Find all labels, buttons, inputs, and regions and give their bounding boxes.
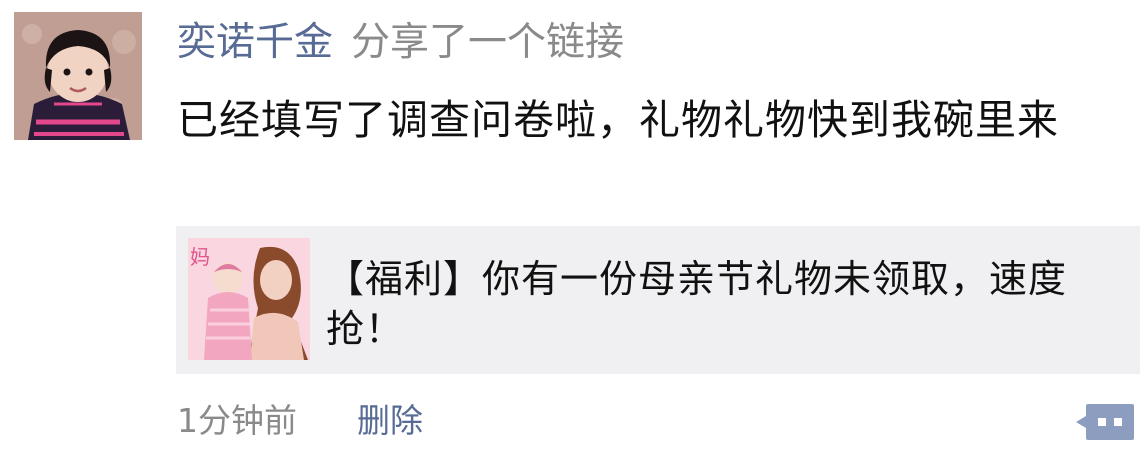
avatar[interactable] <box>14 12 142 140</box>
delete-button[interactable]: 删除 <box>357 401 423 440</box>
link-thumbnail-image: 妈 <box>188 238 310 360</box>
comment-icon <box>1076 404 1134 440</box>
share-action-text: 分享了一个链接 <box>351 20 625 65</box>
link-thumbnail: 妈 <box>188 238 310 360</box>
avatar-image <box>14 12 142 140</box>
post-header: 奕诺千金 分享了一个链接 <box>177 18 624 68</box>
post-timestamp: 1分钟前 <box>177 401 297 440</box>
link-title: 【福利】你有一份母亲节礼物未领取，速度抢！ <box>326 257 1068 351</box>
post-footer: 1分钟前 删除 <box>177 398 423 444</box>
username-link[interactable]: 奕诺千金 <box>177 20 333 65</box>
timeline-post: 奕诺千金 分享了一个链接 已经填写了调查问卷啦，礼物礼物快到我碗里来 妈 【福利】… <box>0 0 1148 451</box>
shared-link-card[interactable]: 妈 【福利】你有一份母亲节礼物未领取，速度抢！ <box>176 226 1140 374</box>
thumbnail-caption: 妈 <box>190 245 210 269</box>
post-content-text: 已经填写了调查问卷啦，礼物礼物快到我碗里来 <box>177 96 1059 144</box>
comment-button[interactable] <box>1074 400 1136 444</box>
